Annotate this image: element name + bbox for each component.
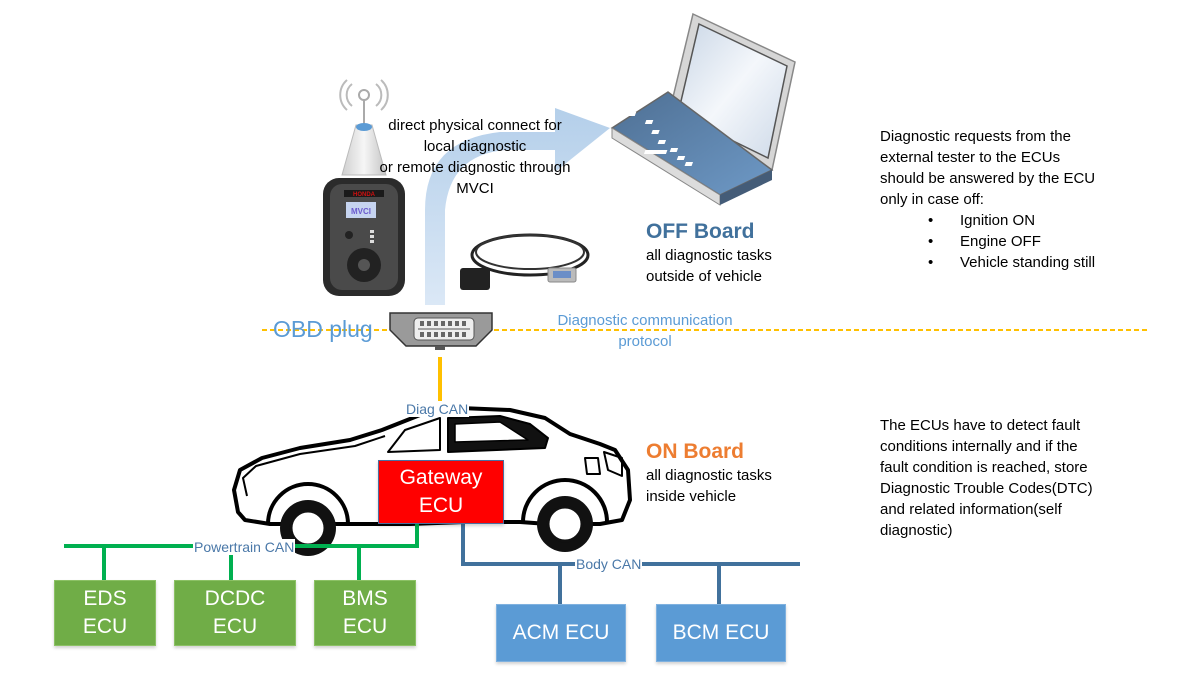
bullet-icon: • (928, 233, 934, 250)
connection-description: direct physical connect for local diagno… (355, 115, 595, 199)
connection-line-1: direct physical connect for (388, 117, 562, 134)
bcm-ecu[interactable]: BCM ECU (656, 604, 786, 662)
condition-text: Ignition ON (960, 212, 1036, 229)
requests-note-line-1: Diagnostic requests from the (880, 128, 1071, 145)
diagnostic-requests-note: Diagnostic requests from the external te… (880, 126, 1160, 273)
self-diag-line-3: fault condition is reached, store (880, 459, 1088, 476)
on-board-desc-1: all diagnostic tasks (646, 467, 772, 484)
connection-line-2: local diagnostic (423, 138, 527, 155)
self-diagnostic-note: The ECUs have to detect fault conditions… (880, 415, 1160, 541)
condition-item: • Ignition ON (880, 210, 1160, 231)
off-board-desc-1: all diagnostic tasks (646, 247, 772, 264)
eds-ecu[interactable]: EDS ECU (54, 580, 156, 646)
bms-ecu-line-2: ECU (342, 615, 388, 638)
laptop-icon (597, 12, 796, 206)
off-board-desc-2: outside of vehicle (646, 268, 762, 285)
bcm-ecu-label: BCM ECU (672, 621, 770, 644)
obd-plug-icon (389, 312, 493, 350)
on-board-title: ON Board (646, 440, 745, 463)
protocol-label: Diagnostic communication protocol (540, 310, 750, 352)
condition-item: • Engine OFF (880, 231, 1160, 252)
bms-ecu[interactable]: BMS ECU (314, 580, 416, 646)
dcdc-ecu-line-1: DCDC (204, 587, 266, 610)
bms-ecu-line-1: BMS (342, 587, 388, 610)
condition-item: • Vehicle standing still (880, 252, 1160, 273)
protocol-label-line-2: protocol (618, 333, 672, 350)
self-diag-line-6: diagnostic) (880, 522, 953, 539)
protocol-label-line-1: Diagnostic communication (557, 312, 733, 329)
self-diag-line-4: Diagnostic Trouble Codes(DTC) (880, 480, 1093, 497)
acm-ecu-label: ACM ECU (512, 621, 610, 644)
powertrain-can-label: Powertrain CAN (193, 539, 296, 555)
body-can-label: Body CAN (575, 556, 643, 572)
obd-plug-label: OBD plug (273, 316, 373, 342)
self-diag-line-5: and related information(self (880, 501, 1062, 518)
gateway-ecu[interactable]: Gateway ECU (378, 460, 504, 524)
svg-text:MVCI: MVCI (351, 207, 371, 216)
gateway-ecu-line-1: Gateway (399, 466, 483, 489)
self-diag-line-2: conditions internally and if the (880, 438, 1078, 455)
dcdc-ecu-line-2: ECU (212, 615, 258, 638)
off-board-title: OFF Board (646, 220, 755, 243)
eds-ecu-line-1: EDS (83, 587, 127, 610)
connection-line-3: or remote diagnostic through (379, 159, 571, 176)
off-board-section: OFF Board all diagnostic tasks outside o… (646, 219, 772, 287)
requests-note-line-3: should be answered by the ECU (880, 170, 1096, 187)
gateway-ecu-line-2: ECU (418, 494, 464, 517)
obd-cable-icon (460, 233, 590, 290)
bullet-icon: • (928, 254, 934, 271)
dcdc-ecu[interactable]: DCDC ECU (174, 580, 296, 646)
on-board-desc-2: inside vehicle (646, 488, 737, 505)
requests-note-line-2: external tester to the ECUs (880, 149, 1061, 166)
condition-text: Engine OFF (960, 233, 1041, 250)
acm-ecu[interactable]: ACM ECU (496, 604, 626, 662)
on-board-section: ON Board all diagnostic tasks inside veh… (646, 439, 772, 507)
self-diag-line-1: The ECUs have to detect fault (880, 417, 1081, 434)
requests-note-line-4: only in case off: (880, 191, 984, 208)
eds-ecu-line-2: ECU (82, 615, 128, 638)
bullet-icon: • (928, 212, 934, 229)
connection-line-4: MVCI (456, 180, 494, 197)
conditions-list: • Ignition ON • Engine OFF • Vehicle standi… (880, 210, 1160, 273)
condition-text: Vehicle standing still (960, 254, 1096, 271)
diag-can-label: Diag CAN (405, 401, 470, 417)
